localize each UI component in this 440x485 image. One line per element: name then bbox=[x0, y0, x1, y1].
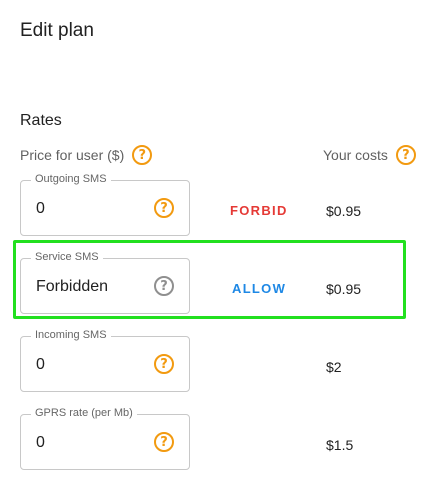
page-title: Edit plan bbox=[20, 20, 94, 41]
service-sms-help-icon[interactable]: ? bbox=[154, 276, 174, 296]
gprs-rate-field[interactable]: GPRS rate (per Mb) 0 ? bbox=[20, 407, 190, 470]
costs-help-icon[interactable]: ? bbox=[395, 145, 416, 165]
costs-column-header: Your costs ? bbox=[323, 145, 416, 165]
allow-service-sms-button[interactable]: ALLOW bbox=[232, 281, 286, 296]
price-help-icon[interactable]: ? bbox=[132, 145, 153, 165]
gprs-rate-value[interactable]: 0 bbox=[36, 434, 45, 452]
outgoing-sms-help-icon[interactable]: ? bbox=[154, 198, 174, 218]
rates-section-title: Rates bbox=[20, 112, 62, 129]
price-column-label: Price for user ($) bbox=[20, 147, 125, 163]
incoming-sms-label: Incoming SMS bbox=[31, 329, 111, 341]
forbid-outgoing-sms-button[interactable]: FORBID bbox=[230, 203, 288, 218]
outgoing-sms-label: Outgoing SMS bbox=[31, 173, 111, 185]
outgoing-sms-cost: $0.95 bbox=[326, 203, 362, 219]
costs-column-label: Your costs bbox=[323, 147, 388, 163]
service-sms-cost: $0.95 bbox=[326, 281, 362, 297]
gprs-rate-label: GPRS rate (per Mb) bbox=[31, 407, 137, 419]
outgoing-sms-value[interactable]: 0 bbox=[36, 200, 45, 218]
gprs-rate-cost: $1.5 bbox=[326, 437, 354, 453]
incoming-sms-cost: $2 bbox=[326, 359, 342, 375]
service-sms-value: Forbidden bbox=[36, 278, 109, 295]
service-sms-label: Service SMS bbox=[31, 251, 103, 263]
incoming-sms-value[interactable]: 0 bbox=[36, 356, 45, 374]
price-column-header: Price for user ($) ? bbox=[20, 145, 153, 165]
gprs-rate-help-icon[interactable]: ? bbox=[154, 432, 174, 452]
incoming-sms-field[interactable]: Incoming SMS 0 ? bbox=[20, 329, 190, 392]
service-sms-field[interactable]: Service SMS Forbidden ? bbox=[20, 251, 190, 314]
incoming-sms-help-icon[interactable]: ? bbox=[154, 354, 174, 374]
outgoing-sms-field[interactable]: Outgoing SMS 0 ? bbox=[20, 173, 190, 236]
